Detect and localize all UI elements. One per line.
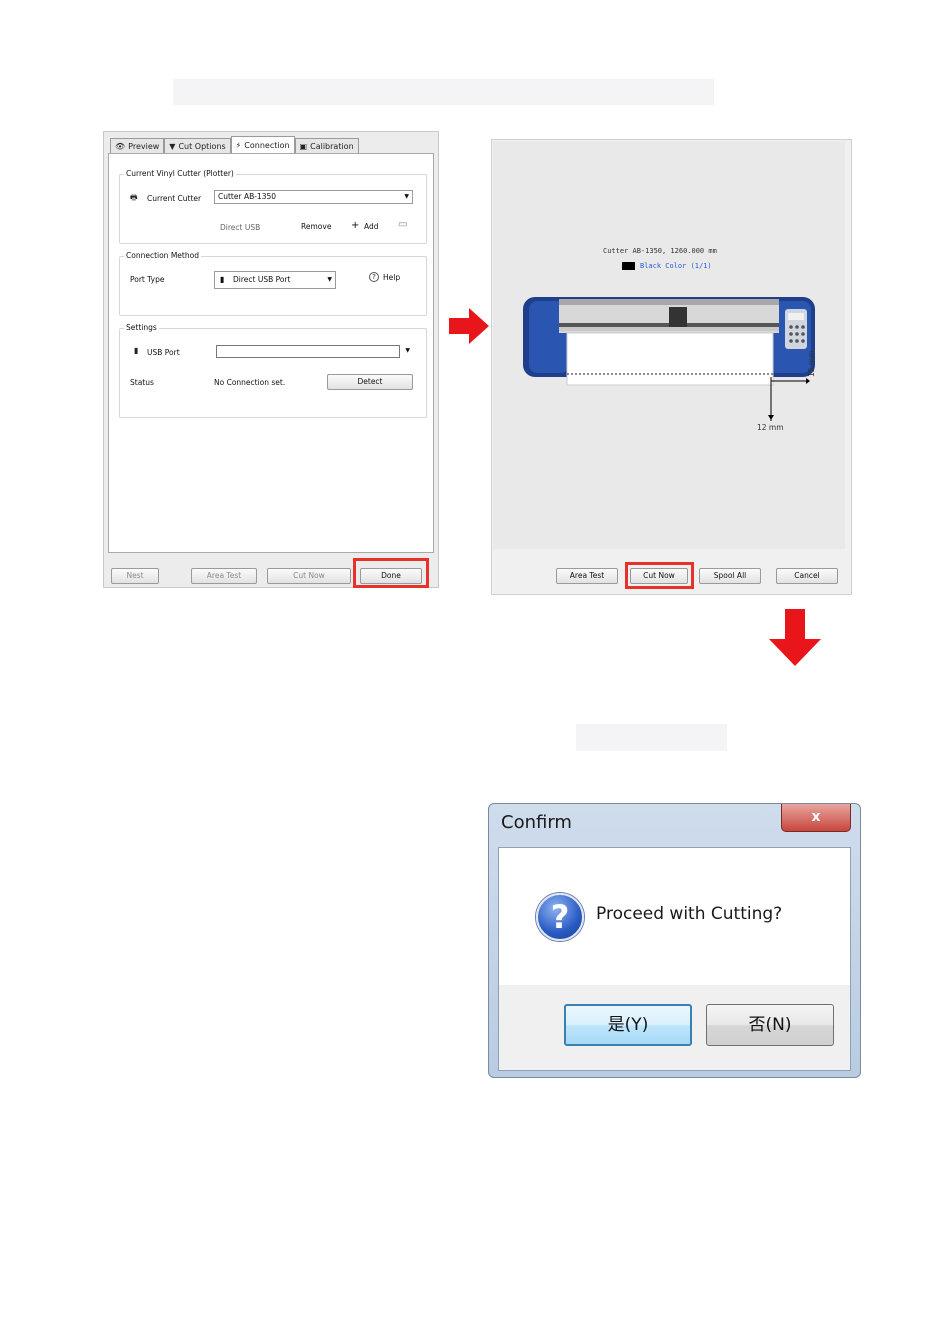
settings-group: Settings ▮ USB Port ▼ Status No Connecti… [119,323,427,418]
dialog-message: Proceed with Cutting? [596,904,783,924]
tab-preview[interactable]: 👁 Preview [110,138,165,154]
cut-preview-panel: Cutter AB-1350, 1260.000 mm Black Color … [491,139,852,595]
confirm-dialog: Confirm x ? Proceed with Cutting? 是(Y) 否… [488,803,861,1078]
close-button[interactable]: x [781,804,851,832]
vinyl-cutter-illustration [523,297,815,421]
usb-port-field [216,345,400,358]
dialog-body: ? Proceed with Cutting? 是(Y) 否(N) [498,847,851,1071]
question-icon: ? [536,893,584,941]
connection-method-group: Connection Method Port Type ▮ Direct USB… [119,251,427,316]
help-link[interactable]: Help [383,273,400,282]
arrow-down-icon [769,609,821,666]
add-link[interactable]: Add [364,222,379,231]
tab-connection[interactable]: ⚡ Connection [230,136,295,154]
tab-calibration[interactable]: ▣ Calibration [294,138,359,154]
port-type-label: Port Type [130,275,165,284]
color-swatch [622,262,635,270]
chevron-down-icon: ▼ [404,193,409,200]
area-test-button[interactable]: Area Test [191,568,257,584]
current-cutter-group: Current Vinyl Cutter (Plotter) 🖶 Current… [119,169,427,244]
help-icon[interactable]: ? [369,272,379,282]
dialog-title: Confirm [501,812,572,833]
dialog-message-area: ? Proceed with Cutting? [499,848,850,985]
dimension-horizontal-label: 12 mm [757,423,784,432]
tab-calibration-label: Calibration [310,141,354,151]
remove-link[interactable]: Remove [301,222,331,231]
done-highlight-box [353,558,429,588]
cut-preview-area: Cutter AB-1350, 1260.000 mm Black Color … [493,141,845,549]
printer-icon: 🖶 [130,193,138,202]
calibration-icon: ▣ [299,141,308,151]
port-type-value: Direct USB Port [233,275,291,284]
area-test-button[interactable]: Area Test [556,568,618,584]
tab-preview-label: Preview [128,141,160,151]
eye-icon: 👁 [115,141,126,151]
usb-icon: ▮ [134,346,139,355]
tab-content: Current Vinyl Cutter (Plotter) 🖶 Current… [108,153,434,553]
current-cutter-group-title: Current Vinyl Cutter (Plotter) [124,169,236,178]
color-info-text: Black Color (1/1) [640,262,712,270]
connection-method-title: Connection Method [124,251,201,260]
usb-plug-icon: ▮ [220,275,225,284]
connection-settings-panel: 👁 Preview ▼ Cut Options ⚡ Connection ▣ C… [103,131,439,588]
cutter-info-text: Cutter AB-1350, 1260.000 mm [603,247,717,255]
current-cutter-select[interactable]: Cutter AB-1350 ▼ [214,190,413,204]
tab-bar: 👁 Preview ▼ Cut Options ⚡ Connection ▣ C… [110,136,359,154]
tab-cut-options[interactable]: ▼ Cut Options [164,138,231,154]
cut-now-button[interactable]: Cut Now [267,568,351,584]
cancel-button[interactable]: Cancel [776,568,838,584]
status-label: Status [130,378,154,387]
middle-strip [576,724,727,751]
connection-plug-icon: ⚡ [235,140,242,150]
tab-cut-options-label: Cut Options [178,141,226,151]
top-strip [173,79,714,105]
nest-button[interactable]: Nest [111,568,159,584]
cutter-blade-icon: ▼ [169,141,176,151]
current-cutter-value: Cutter AB-1350 [218,192,277,201]
yes-button[interactable]: 是(Y) [564,1004,692,1046]
usb-port-select[interactable]: ▼ [216,345,413,359]
tab-connection-label: Connection [244,140,290,150]
detect-button[interactable]: Detect [327,374,413,390]
dimension-vertical-label: 15 mm [807,350,816,377]
port-type-select[interactable]: ▮ Direct USB Port ▼ [214,271,336,289]
chevron-down-icon: ▼ [405,347,410,354]
usb-port-label: USB Port [147,348,180,357]
close-icon: x [811,809,821,825]
status-value: No Connection set. [214,378,286,387]
cut-now-highlight-box [625,562,694,589]
spool-all-button[interactable]: Spool All [699,568,761,584]
add-icon: + [351,220,360,231]
connection-type-text: Direct USB [220,223,261,232]
chevron-down-icon: ▼ [327,276,332,283]
no-button[interactable]: 否(N) [706,1004,834,1046]
delete-cutter-icon[interactable]: ▭ [398,219,407,230]
arrow-right-icon [449,308,489,344]
settings-title: Settings [124,323,159,332]
current-cutter-label: Current Cutter [147,194,202,203]
